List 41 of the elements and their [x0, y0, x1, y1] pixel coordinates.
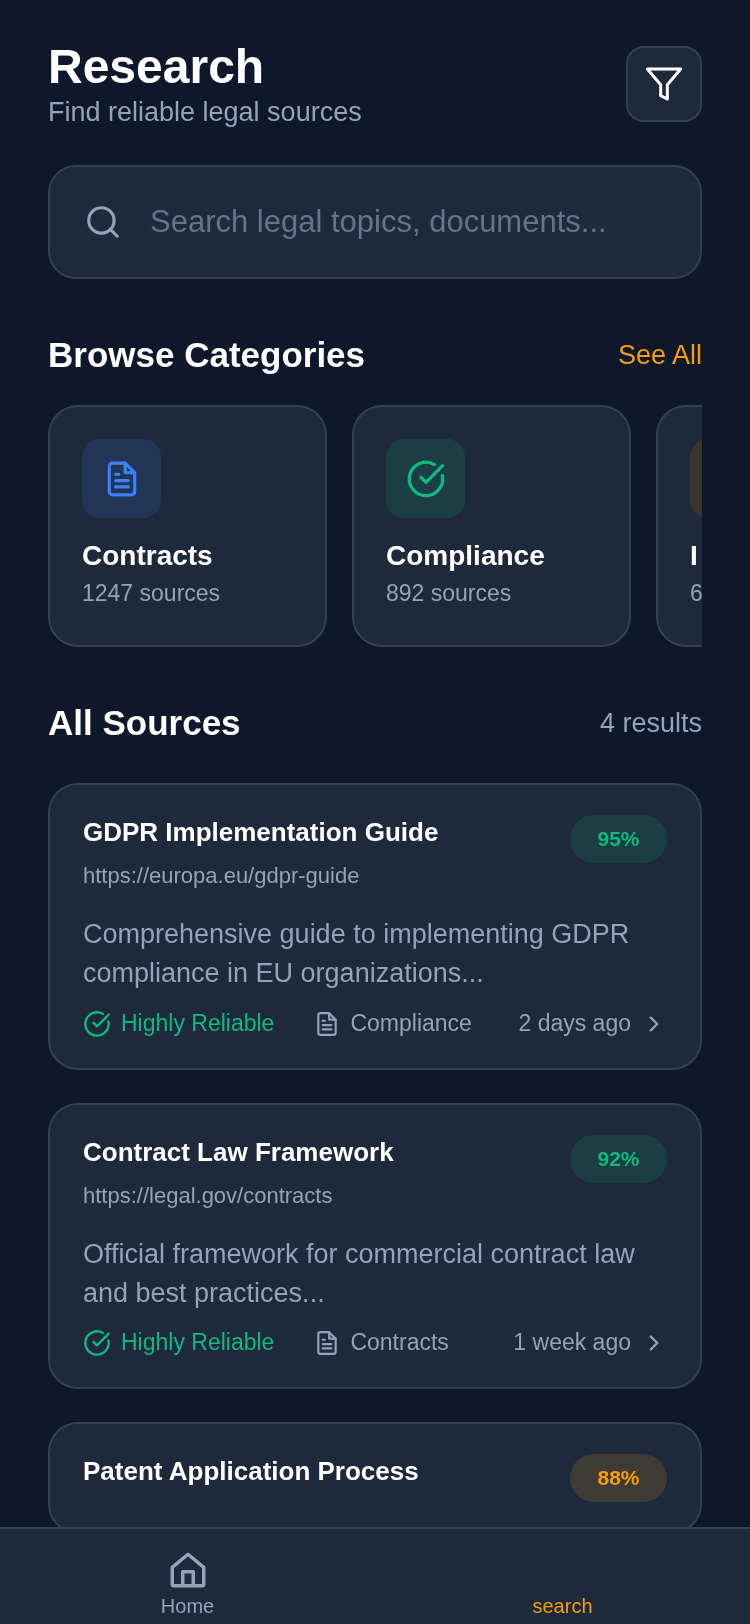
section-title: Browse Categories	[48, 335, 366, 376]
page-subtitle: Find reliable legal sources	[48, 95, 362, 129]
category-count: 6	[690, 580, 702, 608]
score-value: 92%	[597, 1146, 640, 1171]
source-category: Contracts	[350, 1329, 449, 1357]
search-field[interactable]: Search legal topics, documents...	[48, 165, 702, 280]
source-card[interactable]: Patent Application Process 88%	[48, 1421, 702, 1527]
check-circle-icon	[83, 1328, 111, 1357]
nav-tab[interactable]: Home	[0, 1529, 375, 1624]
category-count: 1247 sources	[82, 580, 222, 608]
nav-tab[interactable]: search	[375, 1529, 750, 1624]
source-title: Contract Law Framework	[83, 1135, 394, 1169]
filter-button[interactable]	[626, 46, 702, 122]
results-count: 4 results	[599, 707, 702, 739]
category-count: 892 sources	[386, 580, 513, 608]
category-name: Compliance	[386, 540, 546, 573]
source-description: Official framework for commercial contract law and best practices...	[83, 1237, 636, 1310]
category-card[interactable]: Compliance 892 sources	[352, 405, 631, 648]
search-input[interactable]: Search legal topics, documents...	[148, 203, 666, 242]
source-title: GDPR Implementation Guide	[83, 816, 439, 850]
source-url: https://legal.gov/contracts	[83, 1182, 334, 1209]
source-description: Comprehensive guide to implementing GDPR compliance in EU organizations...	[83, 918, 631, 991]
page-title: Research	[48, 39, 266, 95]
category-card[interactable]: Contracts 1247 sources	[48, 405, 327, 648]
see-all-link[interactable]: See All	[617, 339, 702, 371]
score-value: 95%	[597, 827, 640, 852]
category-name: I	[690, 540, 699, 573]
source-card[interactable]: Contract Law Framework 92% https://legal.gov/contracts Official framework for commercial contract law and best practices... Highly Reliable Contracts 1 week ago	[48, 1102, 702, 1389]
score-value: 88%	[597, 1465, 640, 1490]
category-name: Contracts	[82, 540, 214, 573]
check-circle-icon	[83, 1009, 111, 1038]
source-time: 1 week ago	[513, 1329, 631, 1357]
source-card[interactable]: GDPR Implementation Guide 95% https://europa.eu/gdpr-guide Comprehensive guide to implementing GDPR compliance in EU organizations... Highly Reliable Compliance 2 days ago	[48, 783, 702, 1070]
source-time: 2 days ago	[518, 1010, 631, 1038]
category-card[interactable]: I 6	[656, 405, 702, 648]
reliability-label: Highly Reliable	[121, 1010, 275, 1038]
section-title: All Sources	[48, 703, 241, 744]
source-category: Compliance	[350, 1010, 472, 1038]
source-title: Patent Application Process	[83, 1454, 419, 1488]
source-url: https://europa.eu/gdpr-guide	[83, 863, 361, 890]
reliability-label: Highly Reliable	[121, 1329, 275, 1357]
